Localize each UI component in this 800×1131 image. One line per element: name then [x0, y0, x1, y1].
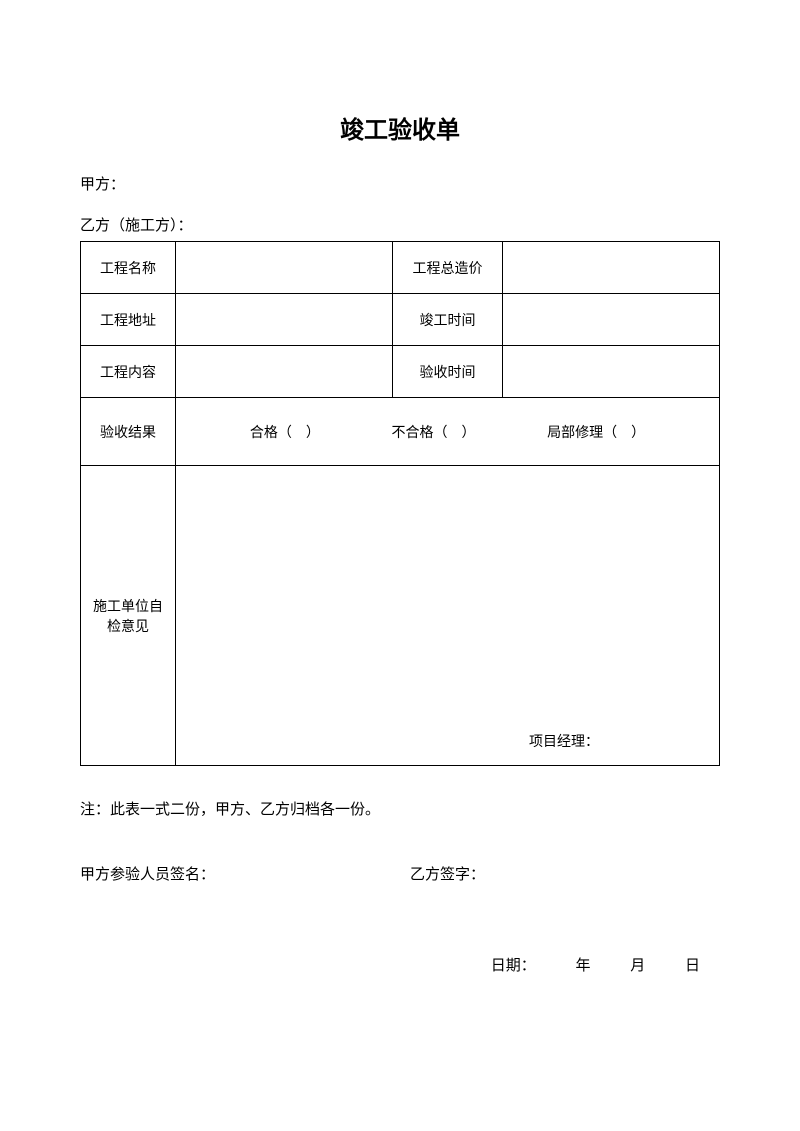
table-row: 验收结果 合格（ ） 不合格（ ） 局部修理（ ）	[81, 398, 720, 466]
value-accept-time[interactable]	[503, 346, 720, 398]
label-project-addr: 工程地址	[81, 294, 176, 346]
value-total-cost[interactable]	[503, 242, 720, 294]
date-prefix: 日期：	[491, 958, 536, 974]
table-row: 工程地址 竣工时间	[81, 294, 720, 346]
date-year: 年	[575, 958, 590, 974]
label-complete-time: 竣工时间	[393, 294, 503, 346]
document-title: 竣工验收单	[80, 110, 720, 145]
option-fail[interactable]: 不合格（ ）	[391, 422, 475, 442]
table-row: 工程内容 验收时间	[81, 346, 720, 398]
party-a-line: 甲方：	[80, 173, 720, 194]
value-project-addr[interactable]	[176, 294, 393, 346]
table-row: 工程名称 工程总造价	[81, 242, 720, 294]
value-project-name[interactable]	[176, 242, 393, 294]
result-cell: 合格（ ） 不合格（ ） 局部修理（ ）	[176, 398, 720, 466]
opinion-cell[interactable]: 项目经理：	[176, 466, 720, 766]
table-row: 施工单位自检意见 项目经理：	[81, 466, 720, 766]
value-complete-time[interactable]	[503, 294, 720, 346]
label-project-content: 工程内容	[81, 346, 176, 398]
party-b-line: 乙方（施工方）：	[80, 214, 720, 235]
label-accept-time: 验收时间	[393, 346, 503, 398]
signature-row: 甲方参验人员签名： 乙方签字：	[80, 863, 720, 884]
date-row: 日期： 年 月 日	[80, 954, 720, 975]
acceptance-form-table: 工程名称 工程总造价 工程地址 竣工时间 工程内容 验收时间 验收结果 合格（ …	[80, 241, 720, 766]
date-day: 日	[685, 958, 700, 974]
label-self-opinion: 施工单位自检意见	[81, 466, 176, 766]
label-total-cost: 工程总造价	[393, 242, 503, 294]
label-project-name: 工程名称	[81, 242, 176, 294]
signature-party-b[interactable]: 乙方签字：	[410, 863, 485, 884]
note-text: 注：此表一式二份，甲方、乙方归档各一份。	[80, 798, 720, 819]
date-month: 月	[630, 958, 645, 974]
option-partial[interactable]: 局部修理（ ）	[547, 422, 645, 442]
value-project-content[interactable]	[176, 346, 393, 398]
signature-party-a[interactable]: 甲方参验人员签名：	[80, 863, 410, 884]
label-project-manager: 项目经理：	[529, 731, 599, 751]
option-pass[interactable]: 合格（ ）	[250, 422, 320, 442]
label-accept-result: 验收结果	[81, 398, 176, 466]
